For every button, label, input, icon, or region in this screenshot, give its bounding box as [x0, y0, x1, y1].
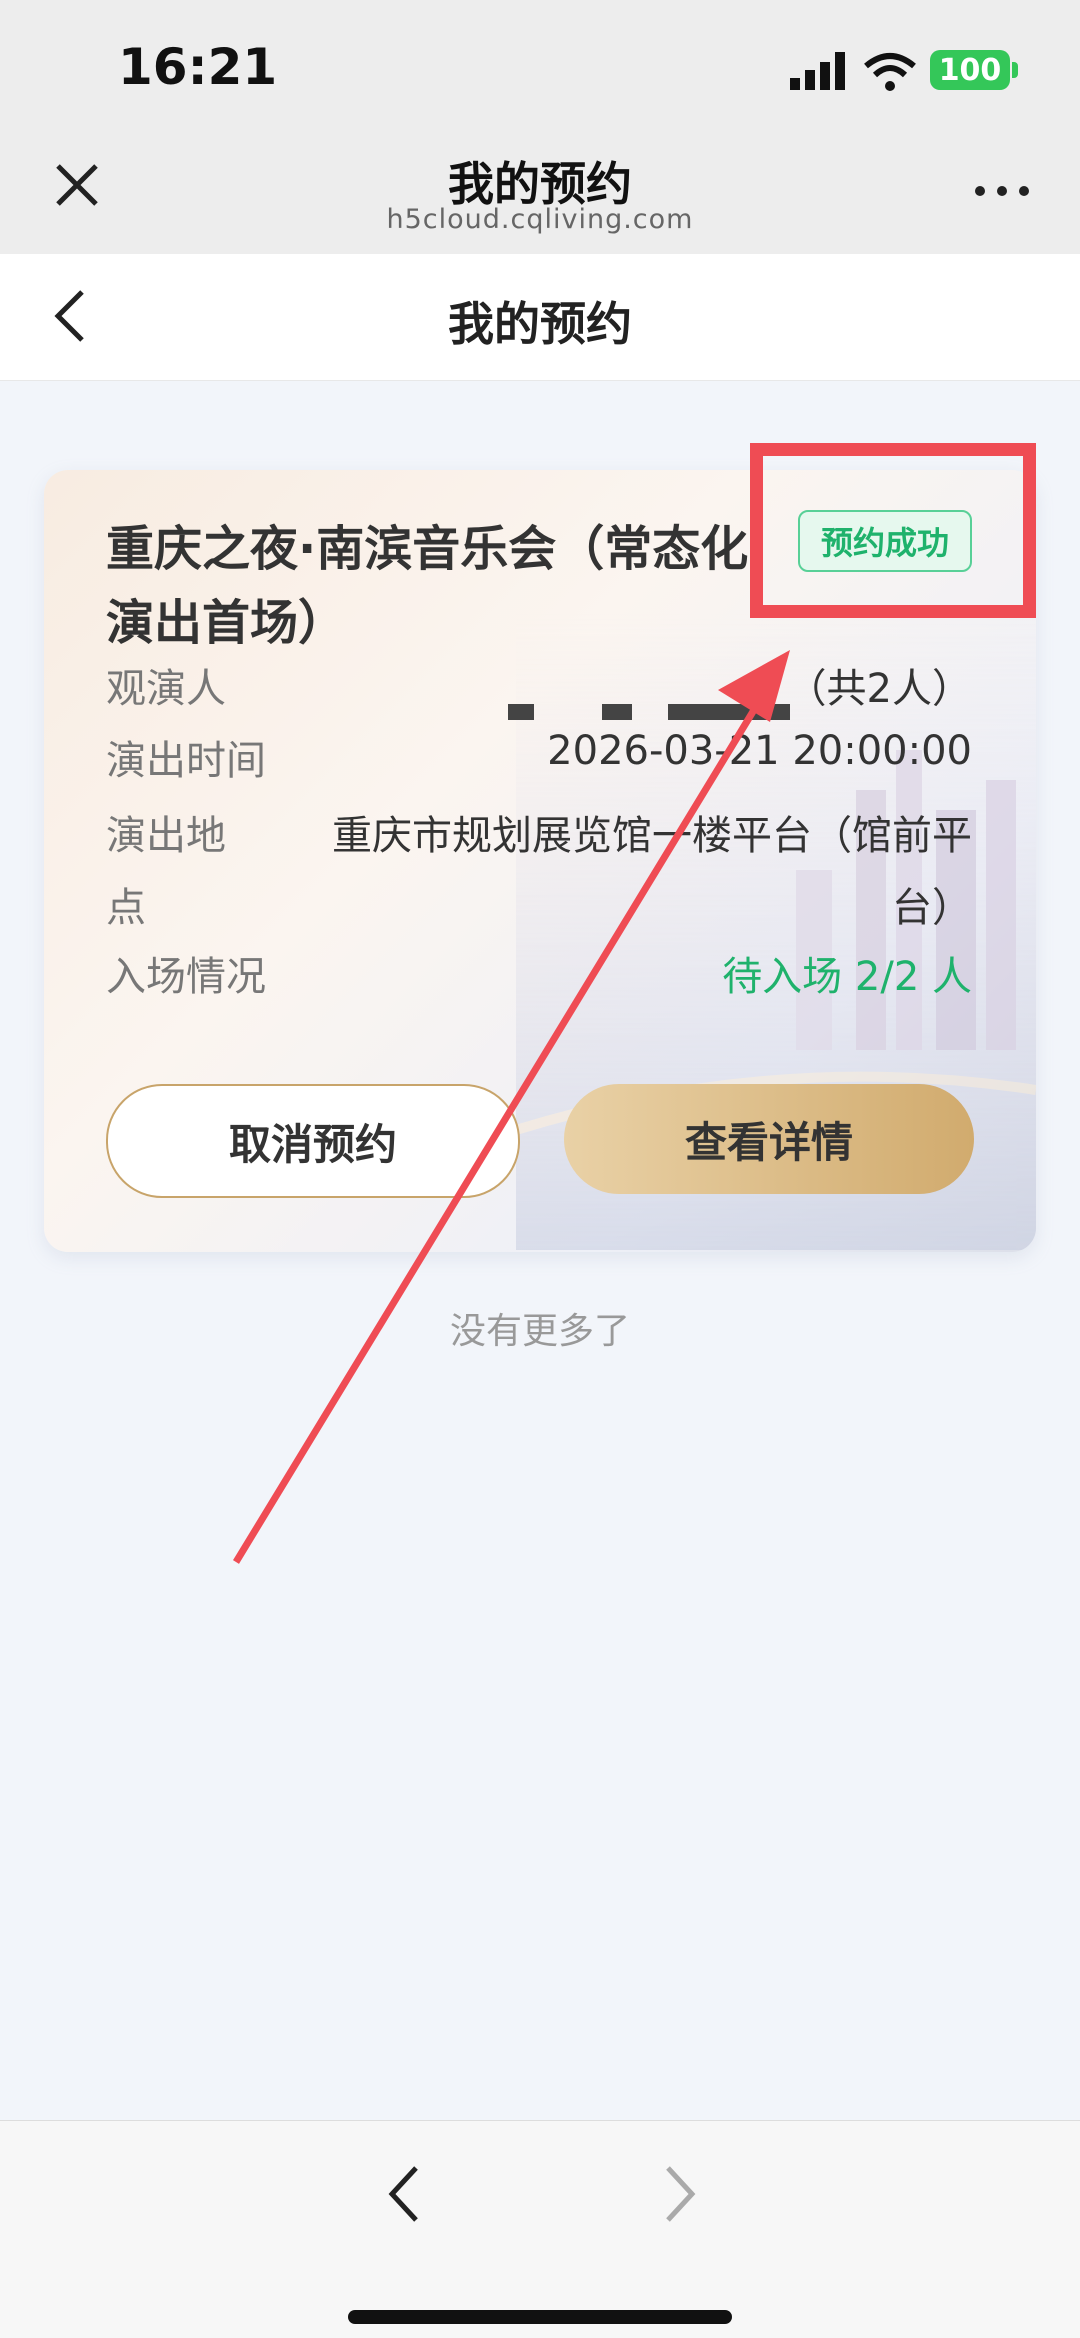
info-label-entry: 入场情况: [106, 954, 266, 1000]
info-value-attendee: （共2人）: [786, 666, 972, 712]
redacted-name: [668, 704, 790, 720]
webview-domain: h5cloud.cqliving.com: [386, 204, 694, 235]
battery-tip: [1012, 62, 1018, 78]
page-title: 我的预约: [448, 297, 632, 351]
end-of-list-text: 没有更多了: [449, 1311, 630, 1352]
view-details-button[interactable]: 查看详情: [564, 1084, 974, 1194]
info-label-venue: 演出地点: [106, 813, 226, 931]
home-indicator: [348, 2310, 732, 2324]
redacted-name: [602, 704, 632, 720]
info-value-time: 2026-03-21 20:00:00: [547, 728, 972, 774]
redacted-name: [508, 704, 534, 720]
info-label-attendee: 观演人: [106, 666, 226, 712]
info-value-venue: 重庆市规划展览馆一楼平台（馆前平台）: [332, 813, 972, 931]
status-time: 16:21: [118, 38, 278, 96]
nav-forward-icon[interactable]: [660, 2162, 700, 2226]
event-title: 重庆之夜·南滨音乐会（常态化演出首场）: [106, 521, 749, 651]
info-value-entry: 待入场 2/2 人: [722, 954, 972, 1000]
battery-icon: 100: [930, 50, 1010, 90]
nav-back-icon[interactable]: [384, 2162, 424, 2226]
highlight-box: [750, 443, 1036, 618]
cancel-reservation-button[interactable]: 取消预约: [106, 1084, 520, 1198]
wifi-icon: [864, 53, 916, 91]
cellular-signal-icon: [790, 52, 845, 90]
info-label-time: 演出时间: [106, 738, 266, 784]
bottom-nav-bar: [0, 2120, 1080, 2338]
more-options-icon[interactable]: [974, 185, 1030, 197]
